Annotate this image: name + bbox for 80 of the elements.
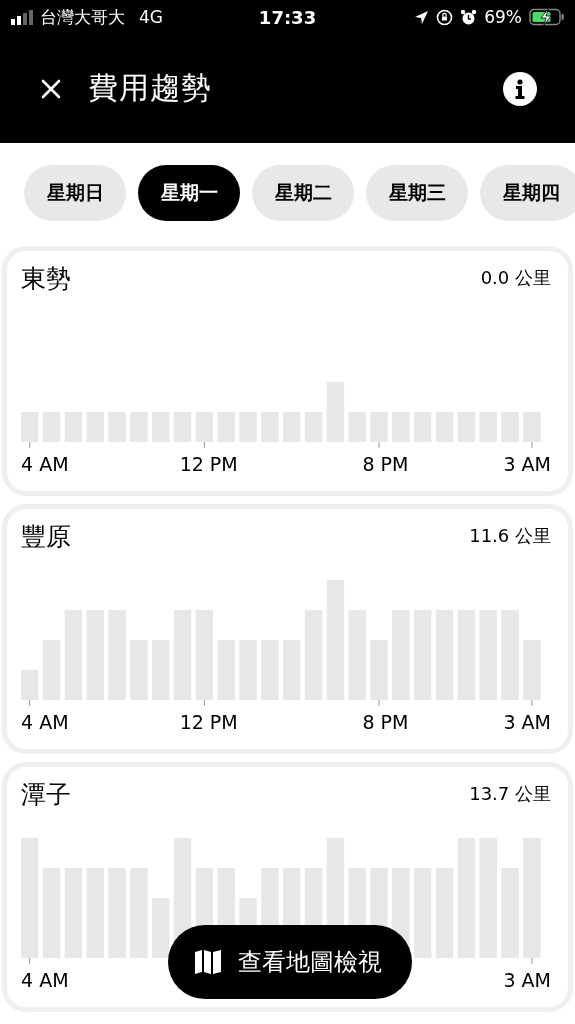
chart-bar <box>501 412 519 442</box>
axis-label: 4 AM <box>21 969 69 991</box>
tick-mark <box>378 441 380 449</box>
chart-bar <box>370 640 388 700</box>
chart-bar <box>283 412 301 442</box>
day-tab[interactable]: 星期一 <box>138 165 240 221</box>
chart-bar <box>239 640 257 700</box>
region-name: 豐原 <box>21 520 71 553</box>
tick-mark <box>29 441 31 449</box>
tick-mark <box>29 957 31 965</box>
chart-bar <box>261 412 279 442</box>
chart-bar <box>523 412 541 442</box>
chart-bar <box>21 670 39 700</box>
axis-label: 3 AM <box>503 969 551 991</box>
distance-label: 11.6 公里 <box>469 524 551 548</box>
chart-bar <box>21 412 39 442</box>
axis-label: 12 PM <box>179 711 238 733</box>
chart-bar <box>414 412 432 442</box>
chart-bar <box>86 412 104 442</box>
chart-bar <box>523 640 541 700</box>
chart-bar <box>479 412 497 442</box>
chart-bar <box>261 640 279 700</box>
chart-bar <box>348 412 366 442</box>
chart-bar <box>42 640 61 700</box>
chart-bar <box>326 382 345 442</box>
network-type: 4G <box>139 7 163 27</box>
tick-mark <box>29 699 31 707</box>
tick-mark <box>203 699 205 707</box>
axis-label: 12 PM <box>179 453 238 475</box>
signal-icon <box>10 9 34 25</box>
alarm-clock-icon <box>460 8 478 26</box>
tick-mark <box>531 699 533 707</box>
page-title: 費用趨勢 <box>88 69 213 107</box>
chart-bar <box>239 412 257 442</box>
axis-label: 3 AM <box>503 453 551 475</box>
chart-bar <box>152 412 170 442</box>
day-tab[interactable]: 星期二 <box>252 165 354 221</box>
region-name: 潭子 <box>21 778 71 811</box>
distance-label: 0.0 公里 <box>480 266 551 290</box>
distance-label: 13.7 公里 <box>469 782 551 806</box>
map-icon <box>194 949 222 975</box>
chart-bar <box>435 412 454 442</box>
axis-label: 4 AM <box>21 711 69 733</box>
chart-bar <box>304 412 323 442</box>
axis-label: 4 AM <box>21 453 69 475</box>
tick-mark <box>531 441 533 449</box>
day-tab[interactable]: 星期日 <box>24 165 126 221</box>
chart-bar <box>152 898 170 958</box>
close-icon[interactable] <box>40 77 62 100</box>
rotation-lock-icon <box>436 8 454 26</box>
chart-bar <box>195 412 214 442</box>
info-icon[interactable] <box>503 71 537 106</box>
chart-bar <box>64 412 83 442</box>
region-name: 東勢 <box>21 262 71 295</box>
battery-charging-icon <box>529 8 565 26</box>
chart-bar <box>217 412 235 442</box>
carrier-name: 台灣大哥大 <box>40 5 125 29</box>
chart-bar <box>457 412 476 442</box>
day-tab[interactable]: 星期三 <box>366 165 468 221</box>
axis-label: 8 PM <box>362 711 409 733</box>
chart-bar <box>130 412 148 442</box>
axis-label: 8 PM <box>362 453 409 475</box>
battery-percent: 69% <box>484 7 522 27</box>
tick-mark <box>203 441 205 449</box>
chart-bar <box>392 412 410 442</box>
chart-bar <box>217 640 235 700</box>
chart-bar <box>173 412 192 442</box>
chart-bar <box>283 640 301 700</box>
tick-mark <box>531 957 533 965</box>
chart-bar <box>370 412 388 442</box>
chart-bar <box>42 412 61 442</box>
chart-bar <box>108 412 126 442</box>
clock-time: 17:33 <box>258 6 317 28</box>
tick-mark <box>378 699 380 707</box>
map-view-button[interactable]: 查看地圖檢視 <box>168 925 412 999</box>
location-arrow-icon <box>414 9 430 25</box>
chart-bar <box>130 640 148 700</box>
chart-bar <box>152 640 170 700</box>
axis-label: 3 AM <box>503 711 551 733</box>
day-tab[interactable]: 星期四 <box>480 165 575 221</box>
